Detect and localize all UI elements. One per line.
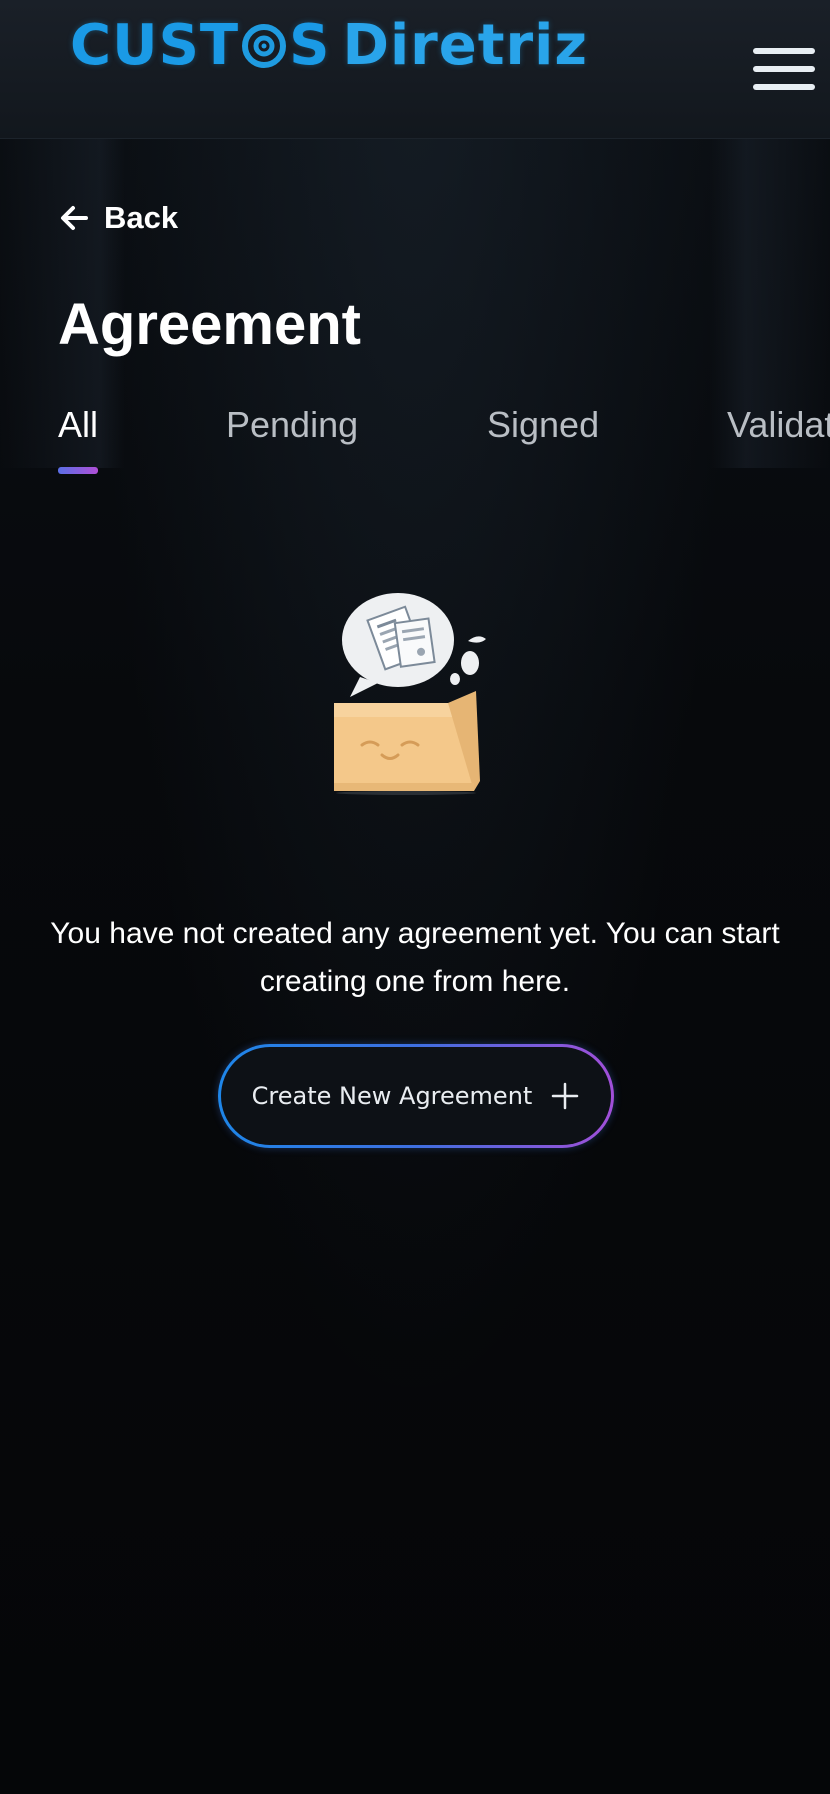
brand-logo[interactable]: CUST S Diretriz bbox=[70, 8, 588, 83]
arrow-left-icon bbox=[61, 206, 88, 230]
empty-state-message: You have not created any agreement yet. … bbox=[50, 917, 780, 998]
active-tab-indicator bbox=[58, 467, 98, 474]
brand-text-part-1: CUST bbox=[70, 13, 240, 78]
top-header: CUST S Diretriz bbox=[0, 0, 830, 139]
create-button-body: Create New Agreement bbox=[221, 1047, 611, 1145]
hamburger-menu-icon[interactable] bbox=[748, 40, 820, 100]
tab-signed[interactable]: Signed bbox=[487, 395, 599, 465]
brand-text-part-1b: S bbox=[289, 13, 331, 78]
tab-validated[interactable]: Validated bbox=[727, 395, 830, 465]
brand-text-part-2: Diretriz bbox=[342, 13, 588, 78]
plus-icon bbox=[552, 1082, 579, 1110]
create-button-label: Create New Agreement bbox=[251, 1082, 533, 1110]
agreement-tabs: All Pending Signed Validated bbox=[0, 395, 830, 475]
app-page: CUST S Diretriz Back Agreement All Pendin… bbox=[0, 0, 830, 1794]
tab-pending[interactable]: Pending bbox=[226, 395, 358, 465]
back-button[interactable]: Back bbox=[58, 196, 178, 240]
create-new-agreement-button[interactable]: Create New Agreement bbox=[218, 1044, 614, 1148]
page-title: Agreement bbox=[58, 292, 361, 357]
target-icon bbox=[242, 23, 287, 68]
tab-all[interactable]: All bbox=[58, 395, 98, 465]
empty-folder-document-illustration bbox=[334, 593, 486, 795]
back-label: Back bbox=[104, 200, 179, 235]
